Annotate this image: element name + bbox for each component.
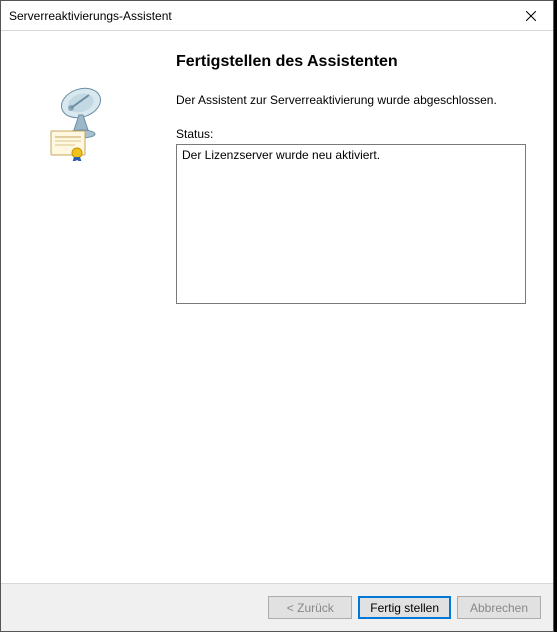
close-button[interactable]: [508, 1, 553, 30]
wizard-sidebar: [1, 31, 166, 583]
page-heading: Fertigstellen des Assistenten: [176, 53, 531, 71]
wizard-graphic-icon: [49, 81, 119, 161]
cancel-button: Abbrechen: [457, 596, 541, 619]
status-text: Der Lizenzserver wurde neu aktiviert.: [182, 148, 380, 162]
back-button: < Zurück: [268, 596, 352, 619]
window-title: Serverreaktivierungs-Assistent: [9, 9, 508, 23]
page-description: Der Assistent zur Serverreaktivierung wu…: [176, 93, 531, 107]
wizard-main: Fertigstellen des Assistenten Der Assist…: [166, 31, 553, 583]
status-box: Der Lizenzserver wurde neu aktiviert.: [176, 144, 526, 304]
wizard-body: Fertigstellen des Assistenten Der Assist…: [1, 31, 553, 583]
wizard-window: Serverreaktivierungs-Assistent: [0, 0, 554, 632]
close-icon: [526, 11, 536, 21]
titlebar: Serverreaktivierungs-Assistent: [1, 1, 553, 31]
wizard-footer: < Zurück Fertig stellen Abbrechen: [1, 583, 553, 631]
status-label: Status:: [176, 127, 531, 141]
finish-button[interactable]: Fertig stellen: [358, 596, 451, 619]
